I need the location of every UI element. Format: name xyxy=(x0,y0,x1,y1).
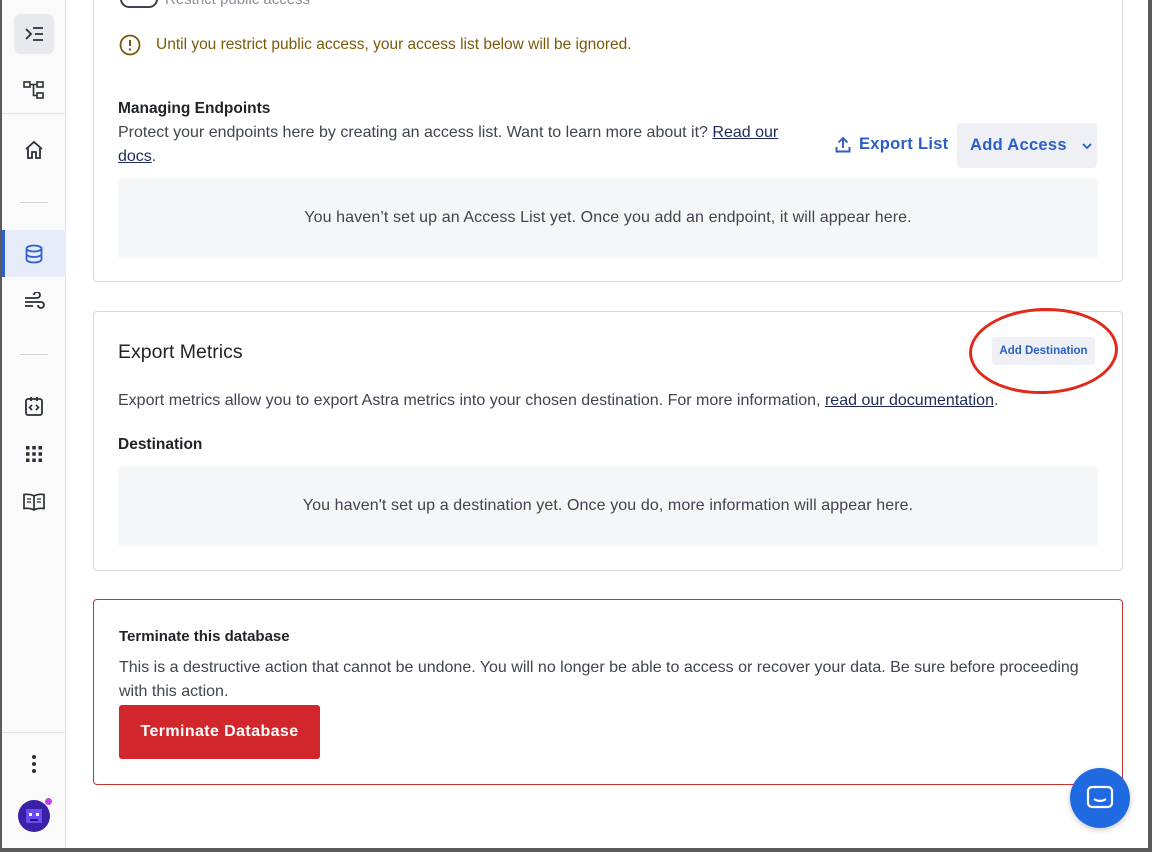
export-list-label: Export List xyxy=(859,135,949,153)
export-list-button[interactable]: Export List xyxy=(835,135,948,154)
sidebar-separator xyxy=(2,732,66,733)
upload-icon xyxy=(835,136,851,153)
sidebar-divider xyxy=(20,354,48,355)
app-window: Restrict public access Until you restric… xyxy=(2,0,1148,848)
terminate-database-button[interactable]: Terminate Database xyxy=(119,705,320,759)
add-access-label: Add Access xyxy=(970,136,1067,154)
api-icon[interactable] xyxy=(14,386,54,426)
read-docs-link[interactable]: Read our xyxy=(712,124,778,141)
warning-icon xyxy=(119,34,141,56)
destination-label: Destination xyxy=(118,436,203,453)
export-metrics-description: Export metrics allow you to export Astra… xyxy=(118,389,1108,413)
collapse-menu-icon[interactable] xyxy=(14,14,54,54)
access-list-empty-state: You haven’t set up an Access List yet. O… xyxy=(118,178,1098,258)
add-access-button[interactable]: Add Access xyxy=(957,123,1097,168)
metrics-desc-text: Export metrics allow you to export Astra… xyxy=(118,392,821,409)
streaming-icon[interactable] xyxy=(14,282,54,322)
home-icon[interactable] xyxy=(14,130,54,170)
doc-period: . xyxy=(993,392,999,409)
restrict-warning-text: Until you restrict public access, your a… xyxy=(156,36,632,53)
docs-book-icon[interactable] xyxy=(14,482,54,522)
notification-dot xyxy=(44,797,53,806)
terminate-title: Terminate this database xyxy=(119,628,290,645)
managing-endpoints-title: Managing Endpoints xyxy=(118,100,271,117)
more-vertical-icon[interactable] xyxy=(14,744,54,784)
read-docs-link-cont[interactable]: docs xyxy=(118,148,152,165)
add-destination-button[interactable]: Add Destination xyxy=(992,337,1095,365)
org-tree-icon[interactable] xyxy=(14,70,54,110)
docs-period: . xyxy=(151,148,157,165)
managing-desc-text: Protect your endpoints here by creating … xyxy=(118,124,708,141)
destination-empty-state: You haven't set up a destination yet. On… xyxy=(118,466,1098,546)
chevron-down-icon xyxy=(1082,142,1092,149)
chat-icon xyxy=(1086,785,1114,809)
chat-support-button[interactable] xyxy=(1070,768,1130,828)
sidebar-separator xyxy=(2,113,66,114)
sidebar xyxy=(2,0,66,848)
restrict-access-toggle[interactable] xyxy=(120,0,158,8)
managing-endpoints-description: Protect your endpoints here by creating … xyxy=(118,121,798,169)
export-metrics-title: Export Metrics xyxy=(118,341,243,363)
terminate-description: This is a destructive action that cannot… xyxy=(119,659,1079,700)
documentation-link[interactable]: read our documentation xyxy=(825,392,994,409)
sidebar-divider xyxy=(20,202,48,203)
database-icon[interactable] xyxy=(14,234,54,274)
restrict-access-label: Restrict public access xyxy=(165,0,310,8)
avatar[interactable] xyxy=(18,797,53,832)
apps-grid-icon[interactable] xyxy=(14,434,54,474)
